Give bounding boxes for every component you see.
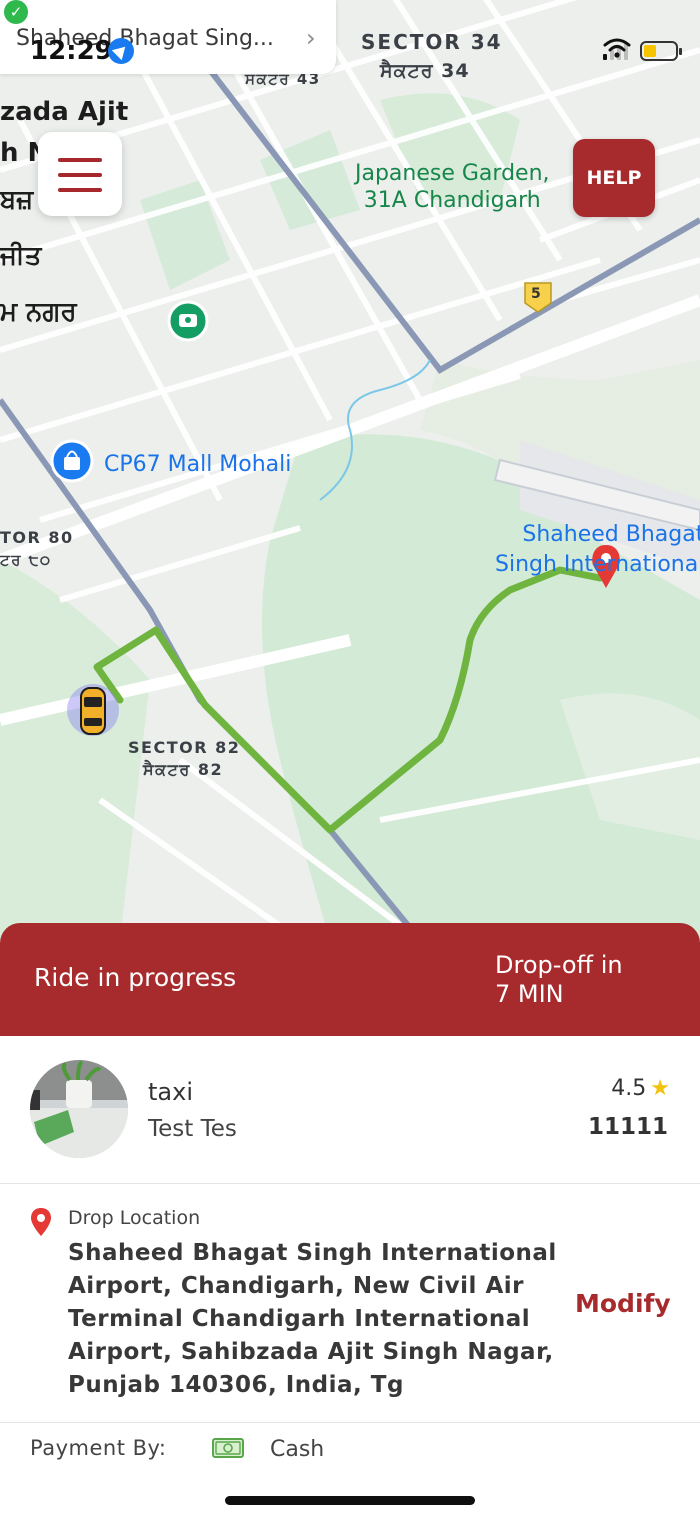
map-label-sector-34: SECTOR 34: [361, 30, 503, 54]
home-indicator[interactable]: [225, 1496, 475, 1505]
map-label-japanese-garden[interactable]: Japanese Garden, 31A Chandigarh: [355, 160, 550, 214]
star-icon: ★: [650, 1076, 670, 1101]
map-label-sector-80: TOR 80: [0, 528, 74, 547]
map-label-city-4: ਜੀਤ: [0, 241, 42, 271]
car-icon: [67, 684, 119, 736]
driver-rating: 4.5 ★: [611, 1076, 670, 1101]
map-label-sector-34-pa: ਸੈਕਟਰ 34: [380, 60, 470, 82]
driver-name: taxi: [148, 1078, 193, 1106]
hamburger-menu-button[interactable]: [38, 132, 122, 216]
chevron-right-icon: ›: [306, 24, 316, 52]
map-label-city-3: ਬਜ਼: [0, 185, 34, 215]
map-label-sector-82: SECTOR 82: [128, 738, 241, 757]
drop-location-section: Drop Location Shaheed Bhagat Singh Inter…: [0, 1185, 700, 1423]
map-view[interactable]: SECTOR 34 ਸੈਕਟਰ 34 ਸਕਟਰ 43 zada Ajit h N…: [0, 0, 700, 940]
battery-icon: [640, 41, 682, 61]
dropoff-eta-line1: Drop-off in: [495, 951, 623, 979]
payment-row[interactable]: Payment By: Cash: [0, 1424, 700, 1484]
payment-method: Cash: [270, 1437, 325, 1462]
cash-icon: [212, 1438, 244, 1458]
status-icons: [603, 38, 682, 64]
menu-icon-bar: [58, 158, 102, 162]
payment-label: Payment By:: [30, 1436, 167, 1460]
map-label-cp67-mall[interactable]: CP67 Mall Mohali: [104, 452, 291, 477]
wifi-icon: [603, 38, 631, 58]
menu-icon-bar: [58, 173, 102, 177]
location-arrow-icon: [108, 38, 134, 64]
help-button[interactable]: HELP: [573, 139, 655, 217]
modify-button[interactable]: Modify: [575, 1289, 671, 1318]
ride-status-banner: Ride in progress Drop-off in 7 MIN: [0, 923, 700, 1036]
map-label-sector-80-pa: ਟਰ ੮੦: [0, 551, 52, 569]
back-to-app-pill[interactable]: ✓ Shaheed Bhagat Sing... 12:29 ›: [0, 0, 336, 74]
map-label-highway-5: 5: [531, 286, 541, 302]
map-label-city-5: ਮ ਨਗਰ: [0, 297, 77, 327]
driver-photo: [30, 1060, 128, 1158]
drop-location-address: Shaheed Bhagat Singh International Airpo…: [68, 1240, 557, 1398]
drop-location-title: Drop Location: [68, 1207, 201, 1229]
status-time: 12:29: [30, 36, 113, 66]
map-label-airport[interactable]: Shaheed Bhagat Singh International: [495, 520, 700, 580]
driver-rating-value: 4.5: [611, 1076, 647, 1101]
map-label-sector-82-pa: ਸੈਕਟਰ 82: [143, 760, 224, 779]
park-pin-icon: [167, 300, 209, 342]
check-icon: ✓: [4, 0, 28, 24]
map-label-city-1: zada Ajit: [0, 97, 129, 127]
location-pin-icon: [31, 1208, 51, 1236]
mall-pin-icon: [50, 439, 94, 483]
dropoff-eta: Drop-off in 7 MIN: [495, 951, 623, 1009]
dropoff-eta-line2: 7 MIN: [495, 980, 564, 1008]
menu-icon-bar: [58, 188, 102, 192]
driver-vehicle: Test Tes: [148, 1116, 237, 1142]
driver-avatar[interactable]: [30, 1060, 128, 1158]
driver-card[interactable]: taxi Test Tes 4.5 ★ 11111: [0, 1036, 700, 1184]
driver-id: 11111: [587, 1114, 668, 1140]
ride-status-text: Ride in progress: [34, 963, 237, 992]
